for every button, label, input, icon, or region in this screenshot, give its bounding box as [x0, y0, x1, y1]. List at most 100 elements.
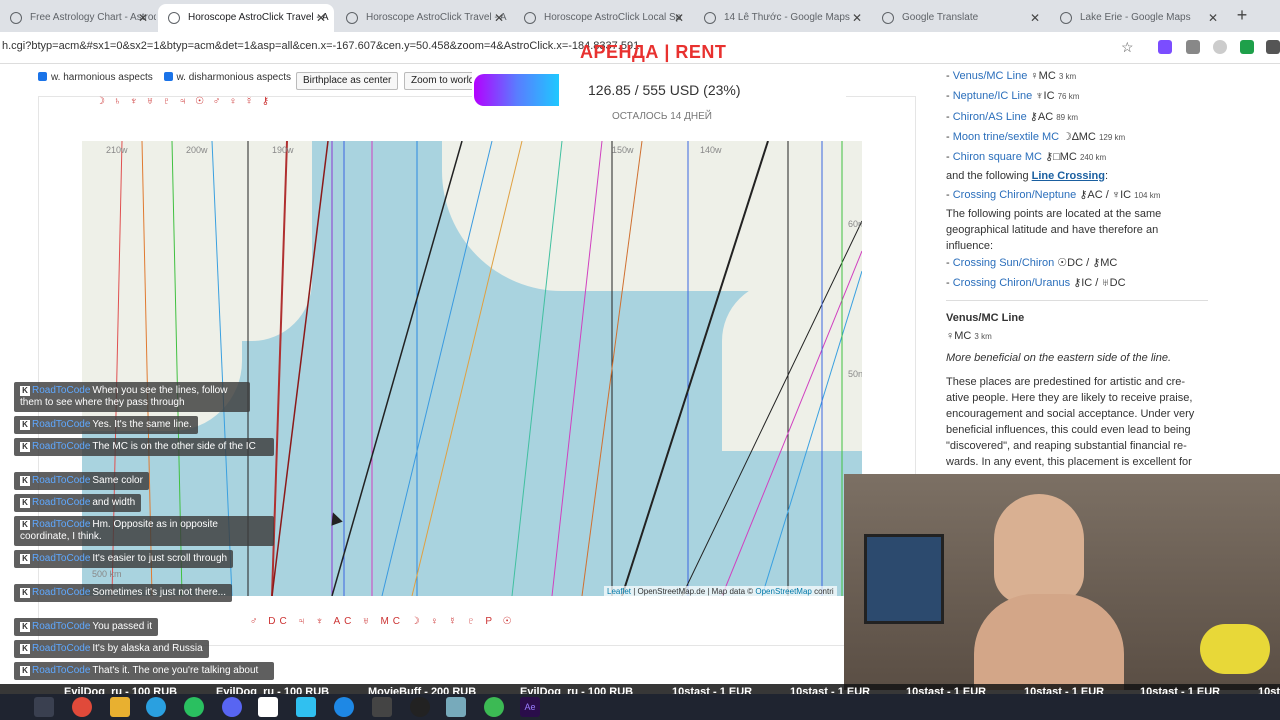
extension-icon[interactable]	[1158, 40, 1172, 54]
grid-label-60n: 60n	[848, 219, 862, 229]
line-item[interactable]: - Neptune/IC Line ♆IC 76 km	[946, 90, 1079, 102]
aspect-toolbar: w. harmonious aspects w. disharmonious a…	[38, 72, 291, 92]
line-item[interactable]: - Chiron square MC ⚷□MC 240 km	[946, 150, 1106, 163]
donation-days-left: ОСТАЛОСЬ 14 ДНЕЙ	[612, 111, 712, 122]
maps-favicon-icon	[704, 12, 716, 24]
section-title: Venus/MC Line	[946, 312, 1025, 324]
app-icon[interactable]	[372, 697, 392, 717]
badge-icon: K	[20, 386, 30, 396]
chat-message: K RoadToCode Yes. It's the same line.	[14, 416, 198, 434]
folder-icon[interactable]	[110, 697, 130, 717]
badge-icon: K	[20, 498, 30, 508]
crossing-item[interactable]: - Crossing Sun/Chiron ☉DC / ⚷MC	[946, 256, 1117, 269]
line-item[interactable]: - Venus/MC Line ♀MC 3 km	[946, 70, 1076, 82]
tab-horoscope-travel[interactable]: Horoscope AstroClick Travel - A ✕	[336, 4, 512, 32]
tab-horoscope-travel-active[interactable]: Horoscope AstroClick Travel - A ✕	[158, 4, 334, 32]
plush-toy	[1200, 624, 1270, 674]
grid-label-210w: 210w	[106, 145, 128, 155]
close-icon[interactable]: ✕	[138, 4, 148, 32]
screenshot-icon[interactable]	[1186, 40, 1200, 54]
maps-favicon-icon	[1060, 12, 1072, 24]
tab-google-translate[interactable]: Google Translate ✕	[872, 4, 1048, 32]
after-effects-icon[interactable]: Ae	[520, 697, 540, 717]
bottom-planet-symbols: ♂ DC ♃ ♆ AC ♅ MC ☽ ♀ ☿ ♇ P ☉	[250, 616, 516, 627]
chat-message: K RoadToCode When you see the lines, follo…	[14, 382, 250, 412]
badge-icon: K	[20, 442, 30, 452]
monitor-shape	[864, 534, 944, 624]
tab-free-astrology[interactable]: Free Astrology Chart - Astrodie ✕	[0, 4, 156, 32]
donation-progress-bar	[474, 74, 559, 106]
section-italic-note: More beneficial on the eastern side of t…	[946, 352, 1172, 364]
chrome-icon[interactable]	[72, 697, 92, 717]
extension-green-icon[interactable]	[1240, 40, 1254, 54]
person-head	[994, 494, 1084, 604]
discord-icon[interactable]	[222, 697, 242, 717]
grid-label-50n: 50n	[848, 369, 862, 379]
crossing-item[interactable]: - Crossing Chiron/Uranus ⚷IC / ♅DC	[946, 276, 1126, 289]
disharmonious-checkbox[interactable]	[163, 72, 173, 81]
grid-label-140w: 140w	[700, 145, 722, 155]
badge-icon: K	[20, 622, 30, 632]
messenger-icon[interactable]	[334, 697, 354, 717]
close-icon[interactable]: ✕	[494, 4, 504, 32]
tab-google-maps-1[interactable]: 14 Lê Thước - Google Maps ✕	[694, 4, 870, 32]
whatsapp-icon[interactable]	[184, 697, 204, 717]
chat-message: K RoadToCode Same color	[14, 472, 149, 490]
tab-horoscope-local[interactable]: Horoscope AstroClick Local Sp ✕	[514, 4, 692, 32]
chat-message: K RoadToCode The MC is on the other side o…	[14, 438, 274, 456]
task-view-icon[interactable]	[34, 697, 54, 717]
menu-icon[interactable]	[1266, 40, 1280, 54]
favicon-icon	[168, 12, 180, 24]
rent-banner: АРЕНДА | RENT	[580, 42, 727, 62]
badge-icon: K	[20, 588, 30, 598]
person-body	[974, 594, 1124, 690]
line-crossing-link[interactable]: Line Crossing	[1032, 170, 1105, 182]
harmonious-label: w. harmonious aspects	[51, 72, 153, 83]
line-item[interactable]: - Moon trine/sextile MC ☽∆MC 129 km	[946, 130, 1125, 143]
grid-label-150w: 150w	[612, 145, 634, 155]
translate-favicon-icon	[882, 12, 894, 24]
chrome-alt-icon[interactable]	[484, 697, 504, 717]
disharmonious-label: w. disharmonious aspects	[176, 72, 292, 83]
zoom-world-button[interactable]: Zoom to world	[404, 72, 482, 90]
chat-message: K RoadToCode It's easier to just scroll th…	[14, 550, 234, 568]
grid-label-200w: 200w	[186, 145, 208, 155]
app-icon[interactable]	[446, 697, 466, 717]
badge-icon: K	[20, 520, 30, 530]
os-taskbar: Ae	[0, 694, 1280, 720]
badge-icon: K	[20, 554, 30, 564]
badge-icon: K	[20, 666, 30, 676]
chat-message: K RoadToCode You passed it	[14, 618, 159, 636]
chat-message: K RoadToCode and width	[14, 494, 142, 512]
app-icon[interactable]	[296, 697, 316, 717]
harmonious-checkbox[interactable]	[38, 72, 47, 81]
new-tab-button[interactable]: +	[1232, 6, 1252, 26]
map-attribution: Leaflet | OpenStreetMap.de | Map data © …	[604, 586, 837, 597]
section-glyph: ♀MC	[946, 330, 972, 342]
chat-message: K RoadToCode Sometimes it's just not there…	[14, 584, 233, 602]
browser-tab-bar: Free Astrology Chart - Astrodie ✕ Horosc…	[0, 0, 1280, 32]
telegram-icon[interactable]	[146, 697, 166, 717]
close-icon[interactable]: ✕	[852, 4, 862, 32]
close-icon[interactable]: ✕	[1030, 4, 1040, 32]
badge-icon: K	[20, 420, 30, 430]
close-icon[interactable]: ✕	[1208, 4, 1218, 32]
osm-link[interactable]: OpenStreetMap	[755, 587, 811, 596]
close-icon[interactable]: ✕	[316, 4, 326, 32]
line-crossing-intro: and the following Line Crossing:	[946, 170, 1109, 182]
webcam-feed	[844, 474, 1280, 690]
close-icon[interactable]: ✕	[674, 4, 684, 32]
crossing-item[interactable]: - Crossing Chiron/Neptune ⚷AC / ♆IC 104 …	[946, 188, 1160, 201]
bookmark-star-icon[interactable]: ☆	[1121, 39, 1134, 56]
birthplace-center-button[interactable]: Birthplace as center	[296, 72, 399, 90]
favicon-icon	[10, 12, 22, 24]
obs-icon[interactable]	[410, 697, 430, 717]
chat-message: K RoadToCode That's it. The one you're tal…	[14, 662, 274, 680]
favicon-icon	[524, 12, 536, 24]
line-item[interactable]: - Chiron/AS Line ⚷AC 89 km	[946, 110, 1078, 123]
notion-icon[interactable]	[258, 697, 278, 717]
extension-circle-icon[interactable]	[1213, 40, 1227, 54]
leaflet-link[interactable]: Leaflet	[607, 587, 631, 596]
tab-google-maps-2[interactable]: Lake Erie - Google Maps ✕	[1050, 4, 1226, 32]
badge-icon: K	[20, 644, 30, 654]
